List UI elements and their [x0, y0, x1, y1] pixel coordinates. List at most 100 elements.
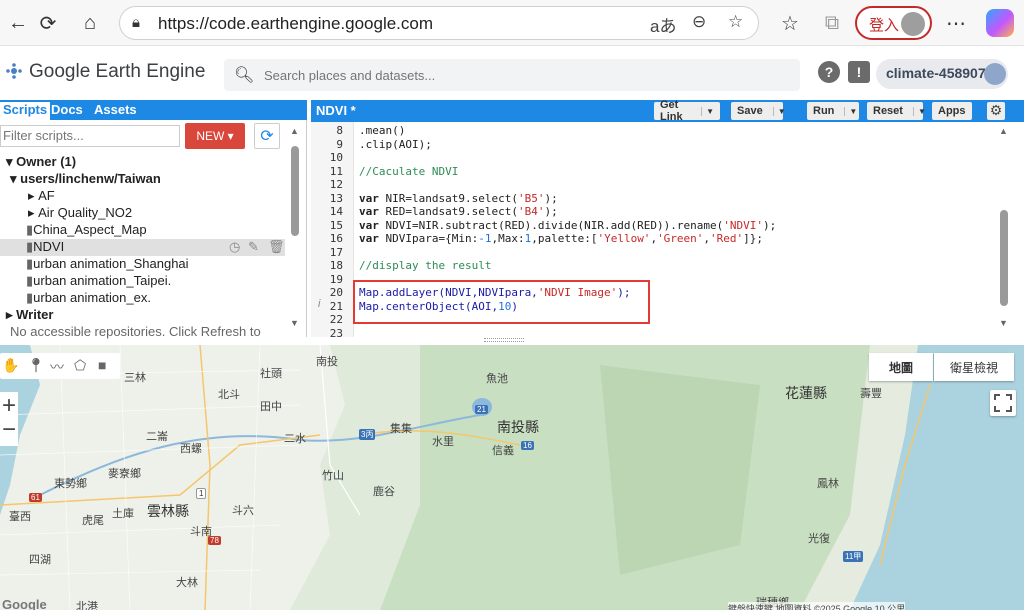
project-name: climate-458907 — [886, 65, 986, 81]
signin-button[interactable]: 登入 — [855, 6, 932, 40]
tree-file-ndvi[interactable]: ▮NDVI ◷ ✎ 🗑︎ — [0, 239, 285, 256]
editor-titlebar: NDVI * Get Link ▼ Save ▼ Run ▼ Reset ▼ Apps … — [311, 99, 1024, 123]
left-tabs: Scripts Docs Assets — [0, 100, 307, 120]
code-editor-panel: NDVI * Get Link ▼ Save ▼ Run ▼ Reset ▼ Apps … — [311, 99, 1024, 340]
scroll-down-icon[interactable]: ▼ — [999, 318, 1008, 328]
map-view-button[interactable]: 地圖 — [869, 353, 933, 381]
reset-button[interactable]: Reset ▼ — [867, 102, 926, 120]
tab-docs[interactable]: Docs — [51, 102, 83, 117]
help-icon[interactable]: ? — [818, 61, 840, 83]
map-label: 三林 — [124, 372, 146, 384]
tree-scrollbar[interactable]: ▲ ▼ — [289, 124, 301, 334]
new-button[interactable]: NEW ▾ — [185, 123, 245, 149]
map-view[interactable]: 南投 三林 社頭 北斗 田中 魚池 二水 集集 水里 南投縣 信義 竹山 鹿谷 … — [0, 345, 1024, 610]
marker-icon[interactable]: 📍︎ — [27, 357, 45, 375]
line-number: 21 — [329, 299, 343, 313]
rename-icon[interactable]: ✎ — [248, 239, 259, 255]
line-number: 10 — [329, 151, 343, 164]
satellite-view-button[interactable]: 衛星檢視 — [934, 353, 1014, 381]
favorite-star-icon[interactable]: ☆ — [728, 12, 743, 32]
address-bar[interactable]: 🔒︎ https://code.earthengine.google.com a… — [119, 6, 759, 40]
map-label: 大林 — [176, 577, 198, 589]
map-label: 集集 — [390, 423, 412, 435]
map-label: 社頭 — [260, 368, 282, 380]
zoom-icon[interactable]: ⊖ — [692, 12, 706, 32]
line-number: 15 — [329, 218, 343, 232]
search-input[interactable] — [264, 63, 764, 87]
settings-gear-icon[interactable]: ⚙ — [987, 102, 1005, 120]
line-tool-icon[interactable]: 〰 — [50, 357, 68, 375]
reset-label: Reset — [873, 105, 903, 117]
map-label-county: 南投縣 — [497, 419, 539, 435]
history-icon[interactable]: ◷ — [229, 239, 240, 255]
map-label: 壽豐 — [860, 388, 882, 400]
scroll-up-icon[interactable]: ▲ — [999, 126, 1008, 136]
map-label: 西螺 — [180, 443, 202, 455]
code-line: var NDVI=NIR.subtract(RED).divide(NIR.ad… — [359, 218, 777, 232]
zoom-in-icon[interactable]: + — [0, 392, 18, 419]
map-label: 鳳林 — [817, 478, 839, 490]
scroll-down-icon[interactable]: ▼ — [290, 318, 299, 328]
scripts-panel: Scripts Docs Assets Filter scripts... NE… — [0, 100, 307, 339]
delete-icon[interactable]: 🗑︎ — [268, 239, 285, 255]
get-link-label: Get Link — [660, 99, 683, 123]
tree-folder-af[interactable]: ▸ AF — [28, 188, 55, 205]
project-selector[interactable]: climate-458907 — [876, 59, 1008, 89]
refresh-icon[interactable]: ⟳ — [254, 123, 280, 149]
resize-handle[interactable] — [484, 338, 524, 342]
line-number: 14 — [329, 205, 343, 218]
filter-scripts-input[interactable]: Filter scripts... — [0, 125, 180, 147]
code-area[interactable]: .mean() .clip(AOI); //Caculate NDVI var … — [359, 122, 999, 337]
map-label-county: 雲林縣 — [147, 503, 189, 519]
zoom-out-icon[interactable]: − — [0, 418, 18, 446]
code-line: Map.centerObject(AOI,10) — [359, 299, 518, 313]
tree-file-china-aspect[interactable]: ▮China_Aspect_Map — [26, 222, 147, 239]
read-aloud-icon[interactable]: aあ — [650, 12, 676, 37]
tree-writer[interactable]: ▸ Writer — [6, 307, 53, 324]
tree-owner[interactable]: ▾ Owner (1) — [6, 154, 76, 171]
search-box[interactable]: 🔍︎ — [224, 59, 800, 91]
file-icon: ▮ — [26, 239, 34, 254]
run-button[interactable]: Run ▼ — [807, 102, 859, 120]
scroll-thumb[interactable] — [291, 146, 299, 236]
url-text[interactable]: https://code.earthengine.google.com — [158, 14, 433, 34]
tree-file-taipei[interactable]: ▮urban animation_Taipei. — [26, 273, 171, 290]
tab-scripts[interactable]: Scripts — [0, 102, 51, 120]
script-title: NDVI * — [316, 103, 356, 118]
tree-repo[interactable]: ▾ users/linchenw/Taiwan — [10, 171, 161, 188]
feedback-icon[interactable]: ! — [848, 61, 870, 83]
map-label: 北港 — [76, 601, 98, 610]
account-avatar-icon[interactable] — [984, 63, 1006, 85]
road-shield: 11甲 — [843, 551, 864, 562]
info-marker-icon[interactable]: i — [318, 298, 320, 310]
reload-icon[interactable]: ⟳ — [34, 9, 62, 37]
apps-button[interactable]: Apps — [932, 102, 972, 120]
favorites-icon[interactable]: ☆ — [776, 9, 804, 37]
road-shield: 3丙 — [359, 429, 376, 440]
get-link-button[interactable]: Get Link ▼ — [654, 99, 720, 123]
fullscreen-icon[interactable] — [990, 390, 1016, 416]
tree-folder-air-quality[interactable]: ▸ Air Quality_NO2 — [28, 205, 132, 222]
script-tree: ▾ Owner (1) ▾ users/linchenw/Taiwan ▸ AF… — [0, 154, 287, 339]
copilot-icon[interactable] — [986, 9, 1014, 37]
line-number: 23 — [329, 326, 343, 340]
rectangle-tool-icon[interactable]: ■ — [98, 357, 116, 375]
code-line: .mean() — [359, 124, 406, 137]
new-button-label: NEW — [196, 129, 225, 143]
polygon-tool-icon[interactable]: ⬠ — [74, 357, 92, 375]
save-button[interactable]: Save ▼ — [731, 102, 786, 120]
scroll-up-icon[interactable]: ▲ — [290, 126, 299, 136]
editor-scrollbar[interactable]: ▲ ▼ — [998, 124, 1010, 334]
collections-icon[interactable]: ⧉ — [818, 9, 846, 37]
tree-file-shanghai[interactable]: ▮urban animation_Shanghai — [26, 256, 189, 273]
road-shield: 78 — [208, 536, 221, 545]
tree-file-ex[interactable]: ▮urban animation_ex. — [26, 290, 151, 307]
scroll-thumb[interactable] — [1000, 210, 1008, 306]
line-number: 8 — [336, 124, 343, 137]
pan-hand-icon[interactable]: ✋ — [2, 357, 20, 375]
tab-assets[interactable]: Assets — [94, 102, 137, 117]
more-options-icon[interactable]: ⋯ — [942, 9, 970, 37]
home-icon[interactable]: ⌂ — [76, 9, 104, 37]
map-label: 虎尾 — [82, 515, 104, 527]
back-icon[interactable]: ← — [4, 9, 32, 37]
